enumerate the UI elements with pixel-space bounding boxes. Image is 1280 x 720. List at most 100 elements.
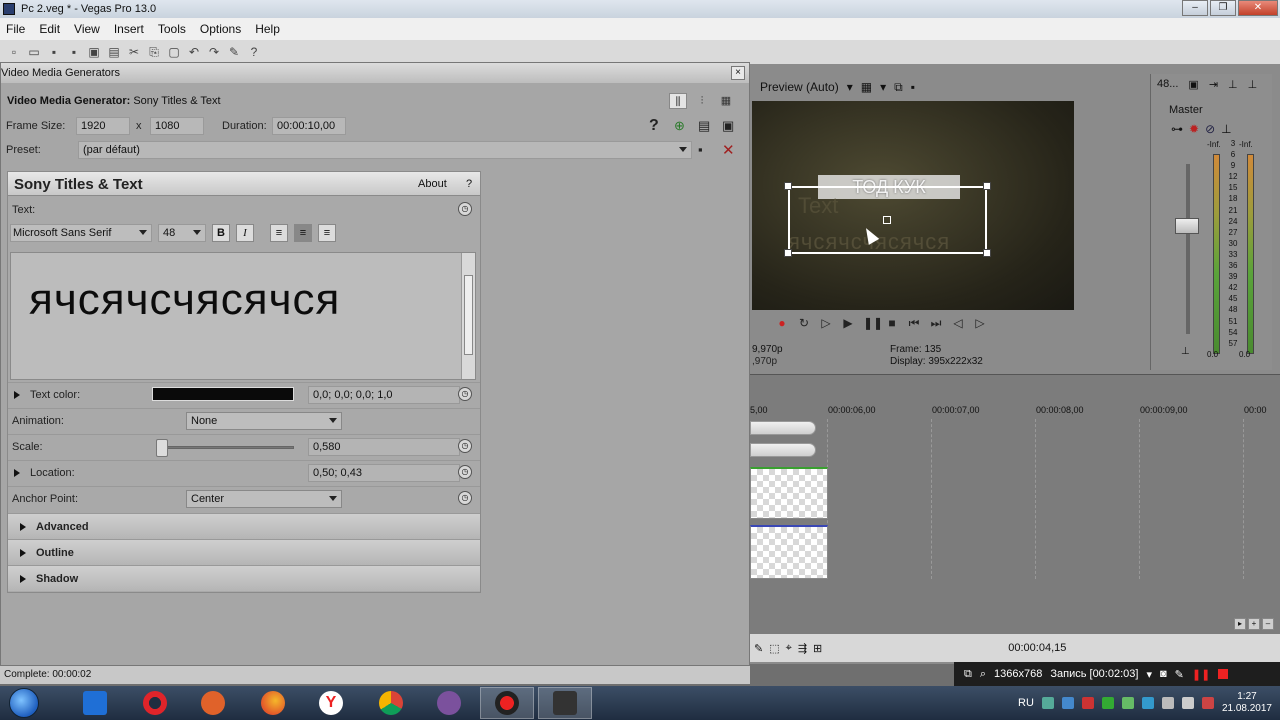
duration-input[interactable]: 00:00:10,00 — [272, 117, 346, 135]
anchor-handle[interactable] — [883, 216, 891, 224]
next-frame-icon[interactable]: ▷ — [973, 316, 987, 330]
open-folder-icon[interactable]: ▭ — [26, 44, 42, 60]
scale-slider-track[interactable] — [158, 446, 294, 449]
new-file-icon[interactable]: ▫ — [6, 44, 22, 60]
menu-edit[interactable]: Edit — [39, 22, 60, 36]
chevron-down-icon[interactable] — [329, 418, 337, 423]
lock-icon[interactable]: ⊥ — [1181, 346, 1190, 357]
time-ruler[interactable]: 5,00 00:00:06,00 00:00:07,00 00:00:08,00… — [750, 403, 1280, 417]
scale-slider-thumb[interactable] — [156, 439, 168, 457]
panel-help-icon[interactable]: ? — [466, 178, 472, 190]
chevron-down-icon[interactable]: ▾ — [880, 80, 886, 94]
language-indicator[interactable]: RU — [1018, 697, 1034, 709]
preset-select[interactable]: (par défaut) — [78, 141, 692, 159]
menu-tools[interactable]: Tools — [158, 22, 186, 36]
video-event[interactable] — [750, 467, 828, 519]
save-preset-icon[interactable]: ▪ — [698, 142, 703, 157]
play-from-start-icon[interactable]: ▷ — [819, 316, 833, 330]
undo-icon[interactable]: ↶ — [186, 44, 202, 60]
font-size-select[interactable]: 48 — [158, 224, 206, 242]
dim-icon[interactable]: ⊥ — [1248, 78, 1258, 91]
loop-icon[interactable]: ↻ — [797, 316, 811, 330]
downmix-icon[interactable]: ⊥ — [1228, 78, 1238, 91]
volume-icon[interactable] — [1181, 697, 1194, 709]
tool-icon[interactable]: ✎ — [226, 44, 242, 60]
menu-insert[interactable]: Insert — [114, 22, 144, 36]
title-text-editor[interactable]: ячсячсчясячся — [10, 252, 476, 380]
expand-arrow-icon[interactable] — [14, 469, 20, 477]
start-button[interactable] — [2, 687, 46, 719]
auto-ripple-icon[interactable]: ⇶ — [798, 642, 807, 655]
about-link[interactable]: About — [418, 178, 447, 190]
recorder-pen-icon[interactable]: ✎ — [1175, 668, 1184, 681]
taskbar-firefox[interactable] — [246, 687, 300, 719]
go-to-end-icon[interactable]: ⏭ — [929, 316, 943, 330]
keyframe-clock-icon[interactable]: ◷ — [458, 202, 472, 216]
align-right-icon[interactable]: ≡ — [318, 224, 336, 242]
frame-width-input[interactable]: 1920 — [76, 117, 130, 135]
tray-app-icon[interactable] — [1061, 697, 1074, 709]
preview-quality-select[interactable]: Preview (Auto) — [760, 80, 839, 94]
expand-arrow-icon[interactable] — [20, 549, 26, 557]
keyframe-clock-icon[interactable]: ◷ — [458, 491, 472, 505]
bold-button[interactable]: B — [212, 224, 230, 242]
taskbar-chrome[interactable] — [364, 687, 418, 719]
menu-help[interactable]: Help — [255, 22, 280, 36]
snap-icon[interactable]: ⌖ — [786, 642, 792, 655]
maximize-button[interactable]: ❐ — [1210, 0, 1236, 16]
taskbar-opera[interactable] — [128, 687, 182, 719]
scrollbar-thumb[interactable] — [464, 275, 473, 355]
resize-handle[interactable] — [784, 182, 792, 190]
edit-tool-icon[interactable]: ✎ — [754, 642, 763, 655]
menu-view[interactable]: View — [74, 22, 100, 36]
pin-icon[interactable]: ⊥ — [1221, 122, 1231, 136]
tray-clock[interactable]: 1:27 21.08.2017 — [1222, 691, 1272, 715]
render-icon[interactable]: ▣ — [86, 44, 102, 60]
recorder-window-icon[interactable]: ⧉ — [964, 668, 972, 681]
tray-app-icon[interactable] — [1121, 697, 1134, 709]
expand-arrow-icon[interactable] — [20, 523, 26, 531]
grid-view-icon[interactable]: ⫶ — [693, 93, 711, 109]
pause-icon[interactable]: ❚❚ — [863, 316, 883, 330]
taskbar-browser[interactable] — [186, 687, 240, 719]
recorder-dropdown-icon[interactable]: ▾ — [1146, 668, 1152, 681]
recorder-stop-icon[interactable] — [1218, 669, 1229, 679]
recorder-search-icon[interactable]: ⌕ — [980, 668, 986, 681]
expand-arrow-icon[interactable] — [14, 391, 20, 399]
list-view-icon[interactable]: ⫼ — [669, 93, 687, 109]
fx-icon[interactable]: ⇥ — [1209, 78, 1218, 91]
record-icon[interactable]: ● — [775, 316, 789, 330]
text-scrollbar[interactable] — [461, 253, 475, 379]
keyframe-clock-icon[interactable]: ◷ — [458, 439, 472, 453]
chevron-down-icon[interactable] — [139, 230, 147, 235]
media-icon[interactable]: ▤ — [698, 118, 710, 134]
font-family-select[interactable]: Microsoft Sans Serif — [10, 224, 152, 242]
redo-icon[interactable]: ↷ — [206, 44, 222, 60]
scroll-right-icon[interactable]: ▸ — [1234, 618, 1246, 630]
recorder-camera-icon[interactable]: ◙ — [1160, 668, 1167, 680]
advanced-section[interactable]: Advanced — [8, 513, 480, 539]
taskbar-recorder[interactable] — [480, 687, 534, 719]
location-value[interactable]: 0,50; 0,43 — [308, 464, 460, 482]
frame-height-input[interactable]: 1080 — [150, 117, 204, 135]
minimize-button[interactable]: – — [1182, 0, 1208, 16]
animation-select[interactable]: None — [186, 412, 342, 430]
network-icon[interactable] — [1161, 697, 1174, 709]
paste-icon[interactable]: ▢ — [166, 44, 182, 60]
italic-button[interactable]: I — [236, 224, 254, 242]
outline-section[interactable]: Outline — [8, 539, 480, 565]
timeline[interactable]: 5,00 00:00:06,00 00:00:07,00 00:00:08,00… — [750, 374, 1280, 634]
resize-handle[interactable] — [983, 249, 991, 257]
text-color-swatch[interactable] — [152, 387, 294, 401]
resize-handle[interactable] — [784, 249, 792, 257]
keyframe-clock-icon[interactable]: ◷ — [458, 465, 472, 479]
delete-preset-icon[interactable]: ✕ — [722, 141, 735, 159]
tray-app-icon[interactable] — [1141, 697, 1154, 709]
keyframe-clock-icon[interactable]: ◷ — [458, 387, 472, 401]
taskbar-media-player[interactable] — [68, 687, 122, 719]
video-event[interactable] — [750, 525, 828, 579]
recorder-pause-icon[interactable]: ❚❚ — [1192, 668, 1210, 681]
whats-this-icon[interactable]: ? — [246, 44, 262, 60]
taskbar-viber[interactable] — [422, 687, 476, 719]
scale-value[interactable]: 0,580 — [308, 438, 460, 456]
